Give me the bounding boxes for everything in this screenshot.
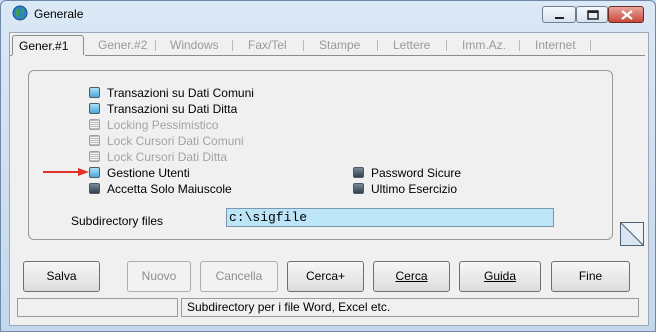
resize-corner-icon[interactable]	[620, 222, 644, 246]
checkbox	[89, 151, 100, 162]
checkbox[interactable]	[353, 167, 364, 178]
red-arrow-icon	[43, 168, 89, 176]
tab-separator	[232, 40, 233, 51]
nuovo-button[interactable]: Nuovo	[127, 261, 191, 292]
checkbox[interactable]	[353, 183, 364, 194]
close-icon	[621, 10, 633, 20]
cerca-plus-button[interactable]: Cerca+	[287, 261, 364, 292]
option-label: Transazioni su Dati Comuni	[107, 86, 254, 100]
maximize-icon	[587, 10, 599, 20]
cancella-button[interactable]: Cancella	[200, 261, 278, 292]
tab-windows[interactable]: Windows	[170, 38, 219, 52]
minimize-button[interactable]	[542, 6, 576, 23]
salva-button[interactable]: Salva	[23, 261, 100, 292]
window-title: Generale	[34, 7, 84, 21]
tab-internet[interactable]: Internet	[535, 38, 576, 52]
tab-baseline	[10, 55, 12, 56]
tab-gener2[interactable]: Gener.#2	[98, 38, 147, 52]
option-label: Locking Pessimistico	[107, 118, 219, 132]
title-bar[interactable]: Generale	[1, 1, 655, 27]
maximize-button[interactable]	[576, 6, 608, 23]
tab-separator	[519, 40, 520, 51]
tab-stampe[interactable]: Stampe	[319, 38, 360, 52]
status-panel-left	[17, 298, 178, 317]
tab-gener1[interactable]: Gener.#1	[12, 35, 84, 55]
cerca-button[interactable]: Cerca	[373, 261, 450, 292]
subdirectory-input[interactable]: c:\sigfile	[226, 208, 554, 227]
option-label: Accetta Solo Maiuscole	[107, 182, 232, 196]
fine-button[interactable]: Fine	[551, 261, 630, 292]
status-message: Subdirectory per i file Word, Excel etc.	[181, 298, 639, 317]
option-label: Gestione Utenti	[107, 166, 190, 180]
checkbox	[89, 119, 100, 130]
tab-strip: Gener.#1 Gener.#2 Windows Fax/Tel Stampe…	[10, 34, 646, 56]
guida-button[interactable]: Guida	[459, 261, 541, 292]
checkbox	[89, 135, 100, 146]
tab-fax-tel[interactable]: Fax/Tel	[248, 38, 287, 52]
window: Generale Gener.#1 Gener.#2 Windows Fax/T…	[0, 0, 656, 332]
tab-imm-az[interactable]: Imm.Az.	[462, 38, 506, 52]
tab-separator	[303, 40, 304, 51]
tab-lettere[interactable]: Lettere	[393, 38, 430, 52]
option-label: Password Sicure	[371, 166, 462, 180]
option-label: Ultimo Esercizio	[371, 182, 458, 196]
option-label: Lock Cursori Dati Ditta	[107, 150, 228, 164]
dialog-body: Gener.#1 Gener.#2 Windows Fax/Tel Stampe…	[9, 32, 649, 326]
minimize-icon	[555, 17, 564, 19]
tab-separator	[377, 40, 378, 51]
checkbox[interactable]	[89, 183, 100, 194]
tab-baseline	[85, 55, 645, 56]
checkbox[interactable]	[89, 87, 100, 98]
option-label: Lock Cursori Dati Comuni	[107, 134, 244, 148]
globe-icon	[12, 5, 28, 21]
option-label: Transazioni su Dati Ditta	[107, 102, 238, 116]
tab-separator	[590, 40, 591, 51]
checkbox[interactable]	[89, 167, 100, 178]
tab-separator	[155, 40, 156, 51]
checkbox[interactable]	[89, 103, 100, 114]
subdirectory-label: Subdirectory files	[71, 214, 164, 228]
close-button[interactable]	[608, 6, 644, 23]
tab-separator	[446, 40, 447, 51]
